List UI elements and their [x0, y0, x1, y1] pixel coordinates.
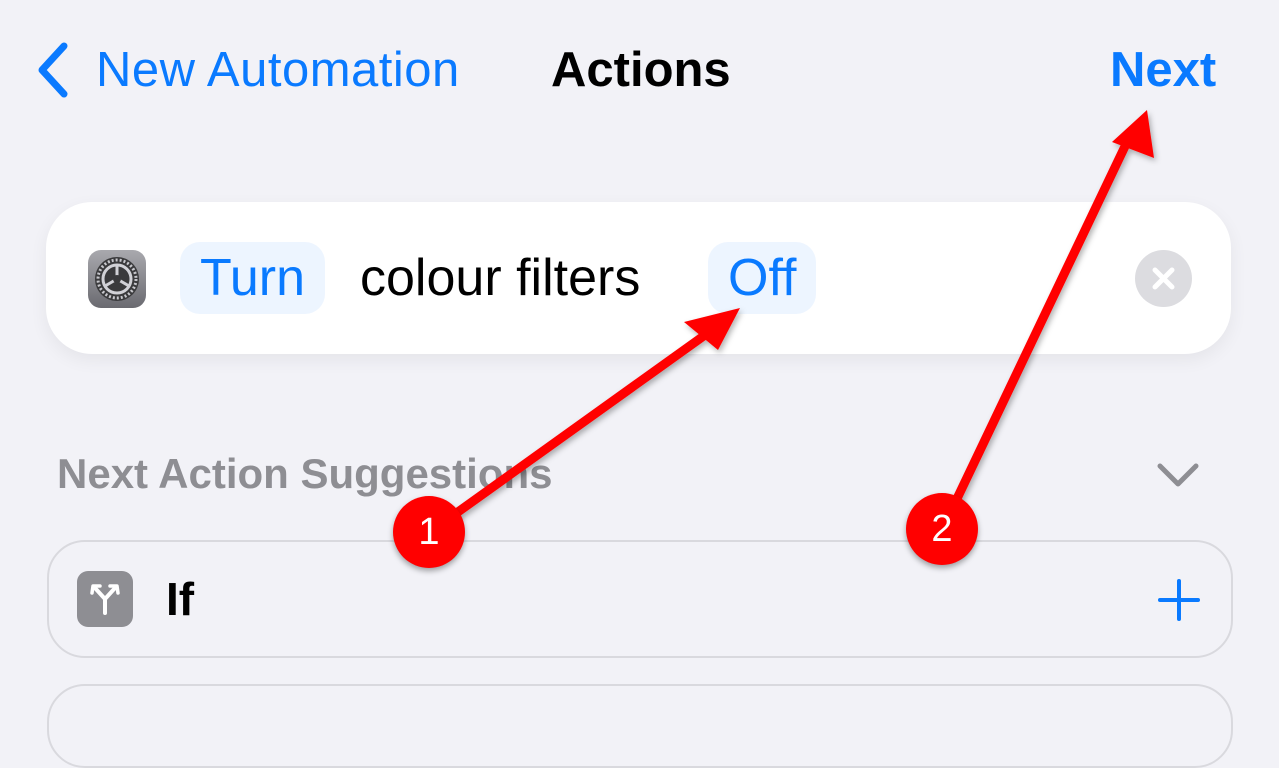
suggestion-item[interactable]: If [47, 540, 1233, 658]
action-text: colour filters [360, 249, 641, 307]
close-icon [1152, 267, 1175, 290]
plus-icon[interactable] [1157, 578, 1201, 622]
state-parameter[interactable]: Off [708, 242, 817, 314]
suggestion-item[interactable] [47, 684, 1233, 768]
chevron-down-icon[interactable] [1152, 458, 1204, 494]
back-label: New Automation [96, 43, 460, 97]
suggestions-header: Next Action Suggestions [57, 450, 553, 497]
next-button[interactable]: Next [1110, 42, 1216, 98]
settings-gear-icon [88, 250, 146, 308]
page-title: Actions [551, 43, 731, 97]
annotation-badge-2: 2 [906, 493, 978, 565]
annotation-badge-1: 1 [393, 496, 465, 568]
chevron-left-icon [38, 42, 68, 98]
back-button[interactable]: New Automation [36, 40, 460, 100]
branch-icon [77, 571, 133, 627]
turn-parameter[interactable]: Turn [180, 242, 325, 314]
action-card: Turn colour filters Off [46, 202, 1231, 354]
navigation-bar: New Automation Actions Next [0, 0, 1279, 140]
remove-action-button[interactable] [1135, 250, 1192, 307]
suggestion-label: If [166, 573, 195, 625]
